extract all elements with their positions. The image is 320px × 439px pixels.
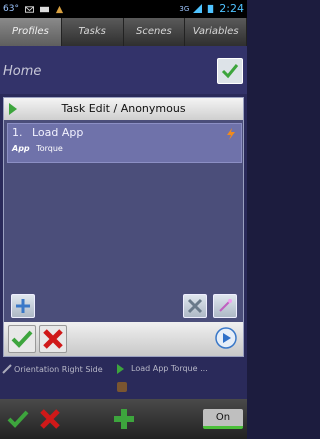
check-icon <box>221 64 239 79</box>
cancel-icon[interactable] <box>36 405 64 433</box>
dialog-accept-button[interactable] <box>8 325 36 353</box>
profile-home-label: Home <box>3 64 42 79</box>
action-number: 1. <box>12 126 23 139</box>
profile-home-row[interactable]: Home <box>0 46 247 94</box>
tasker-notification-icon <box>55 5 64 13</box>
task-flag-icon <box>117 364 124 374</box>
network-type-text: 3G <box>179 4 190 13</box>
action-name: Load App <box>32 126 84 139</box>
task-edit-dialog: Task Edit / Anonymous 1. Load App App To… <box>3 97 244 357</box>
profile-task-text: Load App Torque ... <box>131 364 208 373</box>
action-params: App Torque <box>12 144 63 153</box>
param-value: Torque <box>36 144 63 153</box>
dialog-title: Task Edit / Anonymous <box>61 102 186 115</box>
mail-icon <box>24 5 34 13</box>
task-flag-icon <box>9 103 17 115</box>
tab-variables[interactable]: Variables <box>185 18 247 46</box>
clock-text: 2:24 <box>219 2 244 15</box>
status-bar: 63° 3G 2:24 <box>0 0 247 18</box>
lightning-warning-icon <box>227 128 235 140</box>
magic-button[interactable] <box>213 294 237 318</box>
battery-icon <box>208 4 214 13</box>
accept-icon[interactable] <box>4 405 32 433</box>
app-notification-icon <box>39 6 49 12</box>
play-task-icon[interactable] <box>215 327 237 349</box>
profile-task-item[interactable]: Load App Torque ... <box>114 360 247 396</box>
param-label: App <box>12 144 30 153</box>
action-list-item[interactable]: 1. Load App App Torque <box>7 123 242 163</box>
dialog-footer <box>4 322 243 356</box>
task-app-icon <box>117 382 127 392</box>
signal-icon <box>193 4 203 13</box>
cross-icon <box>43 329 63 349</box>
temperature-text: 63° <box>3 4 19 14</box>
tools-icon <box>187 298 203 314</box>
profile-context-item[interactable]: Orientation Right Side <box>0 360 112 396</box>
dialog-cancel-button[interactable] <box>39 325 67 353</box>
tools-button[interactable] <box>183 294 207 318</box>
tasker-enable-toggle[interactable]: On <box>203 409 243 429</box>
tab-profiles[interactable]: Profiles <box>0 18 62 46</box>
check-icon <box>11 330 33 348</box>
profile-context-text: Orientation Right Side <box>14 365 103 374</box>
plus-icon <box>16 299 30 313</box>
tab-scenes[interactable]: Scenes <box>124 18 186 46</box>
main-tabs: Profiles Tasks Scenes Variables <box>0 18 247 47</box>
tab-tasks[interactable]: Tasks <box>62 18 124 46</box>
action-title: 1. Load App <box>12 126 83 139</box>
orientation-icon <box>2 364 12 374</box>
dialog-header: Task Edit / Anonymous <box>4 98 243 120</box>
bottom-toolbar: On <box>0 399 247 439</box>
add-action-button[interactable] <box>11 294 35 318</box>
profile-enabled-checkbox[interactable] <box>217 58 243 84</box>
add-icon[interactable] <box>110 405 138 433</box>
magic-wand-icon <box>219 299 232 312</box>
